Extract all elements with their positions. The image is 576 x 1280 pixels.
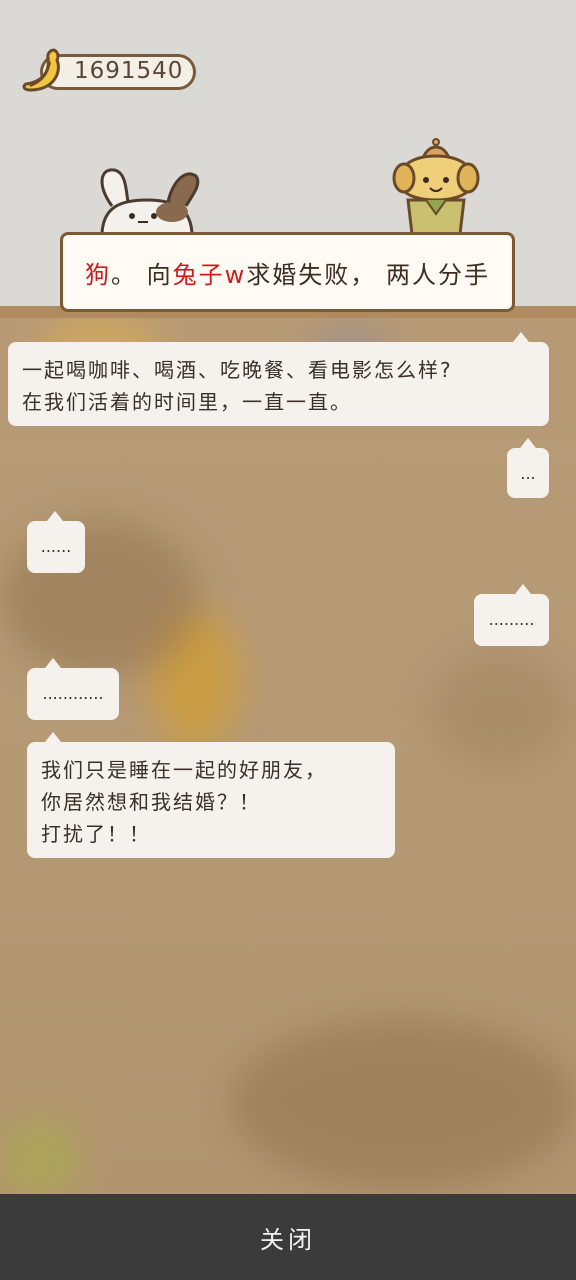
event-separator: 。 向 [111,260,173,289]
banana-amount: 1691540 [74,58,184,84]
dialogue-line: ......... [488,610,535,629]
event-actor: 狗 [85,260,112,289]
dialogue-line: 一起喝咖啡、喝酒、吃晚餐、看电影怎么样? 在我们活着的时间里，一直一直。 [22,358,453,414]
dialogue-bubble-left: 我们只是睡在一起的好朋友， 你居然想和我结婚？！ 打扰了！！ [27,732,395,858]
close-button[interactable]: 关闭 [0,1194,576,1280]
event-result: 求婚失败， 两人分手 [246,260,490,289]
rabbit-character [100,168,200,236]
event-partner: 兔子w [172,260,247,289]
dog-character [392,138,480,234]
dialogue-line: ............ [42,684,104,703]
event-title-banner: 狗。 向 兔子w 求婚失败， 两人分手 [60,232,515,312]
dialogue-line: 我们只是睡在一起的好朋友， 你居然想和我结婚？！ 打扰了！！ [41,758,327,846]
close-button-label: 关闭 [260,1225,316,1254]
dialogue-bubble-left: ............ [27,658,119,720]
dialogue-bubble-right: ......... [474,584,549,646]
dialogue-bubble-right: ... [507,438,549,498]
dialogue-line: ... [520,464,536,483]
banana-counter: 1691540 [18,48,200,94]
banana-icon [22,48,60,92]
dialogue-bubble-left: 一起喝咖啡、喝酒、吃晚餐、看电影怎么样? 在我们活着的时间里，一直一直。 [8,332,549,426]
dialogue-bubble-left: ...... [27,511,85,573]
dialogue-line: ...... [40,537,72,556]
